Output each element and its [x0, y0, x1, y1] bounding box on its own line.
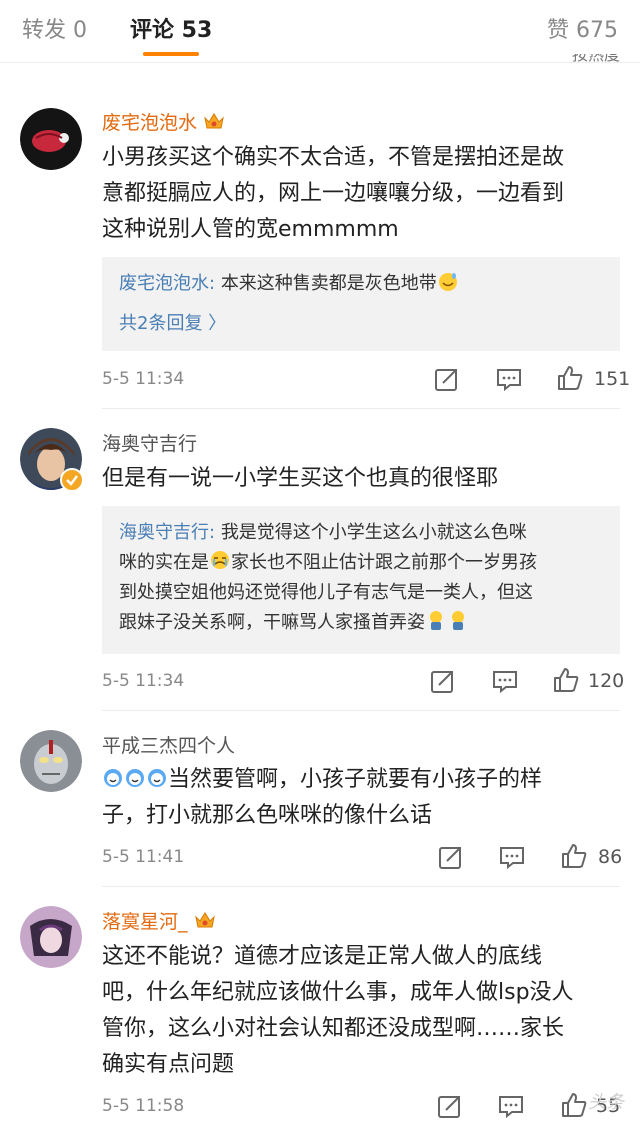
- comment-text-line: 这种说别人管的宽emmmmm: [102, 217, 399, 242]
- like-thumb-icon[interactable]: [560, 1091, 588, 1119]
- comment-text-line: 吧，什么年纪就应该做什么事，成年人做lsp没人: [102, 980, 574, 1005]
- reply-line: 到处摸空姐他妈还觉得他儿子有志气是一类人，但这: [119, 578, 609, 608]
- repost-icon[interactable]: [437, 1093, 463, 1119]
- reply-line: 跟妹子没关系啊，干嘛骂人家搔首弄姿: [119, 608, 609, 638]
- avatar[interactable]: [20, 730, 82, 792]
- reply-text: 本来这种售卖都是灰色地带: [220, 273, 437, 294]
- crown-badge-icon: [194, 912, 215, 928]
- like-thumb-icon[interactable]: [560, 842, 588, 870]
- comment-text: 但是有一说一小学生买这个也真的很怪耶: [102, 461, 612, 497]
- like-count: 86: [598, 846, 623, 868]
- comment-divider: [102, 710, 620, 711]
- like-count: 151: [594, 368, 631, 390]
- comment-text-line: 管你，这么小对社会认知都还没成型啊……家长: [102, 1016, 565, 1041]
- comment-text-line: 小男孩买这个确实不太合适，不管是摆拍还是故: [102, 145, 565, 170]
- comment-divider: [102, 886, 620, 887]
- comment-text-line: 当然要管啊，小孩子就要有小孩子的样: [102, 762, 612, 798]
- comment-icon[interactable]: [492, 668, 518, 694]
- sort-toggle[interactable]: 按热度: [572, 54, 620, 70]
- comment-icon[interactable]: [496, 366, 522, 392]
- comment-text: 小男孩买这个确实不太合适，不管是摆拍还是故 意都挺膈应人的，网上一边嚷嚷分级，一…: [102, 140, 612, 248]
- username-text[interactable]: 废宅泡泡水: [102, 112, 197, 134]
- crown-badge-icon: [204, 113, 224, 129]
- reply-line: 废宅泡泡水: 本来这种售卖都是灰色地带: [119, 269, 609, 299]
- reply-line: 咪的实在是 家长也不阻止估计跟之前那个一岁男孩: [119, 548, 609, 578]
- repost-icon[interactable]: [438, 844, 464, 870]
- facepalm-emoji-icon: [430, 611, 442, 630]
- reply-box[interactable]: 海奥守吉行: 我是觉得这个小学生这么小就这么色咪 咪的实在是 家长也不阻止估计跟之…: [102, 506, 620, 654]
- tab-comments[interactable]: 评论 53: [130, 12, 212, 44]
- crying-laughing-emoji-icon: [148, 769, 166, 787]
- username[interactable]: 海奥守吉行: [102, 429, 197, 456]
- comment-text-line: 子，打小就那么色咪咪的像什么话: [102, 803, 433, 828]
- username[interactable]: 平成三杰四个人: [102, 731, 235, 758]
- reply-author[interactable]: 废宅泡泡水:: [119, 273, 215, 294]
- reply-author[interactable]: 海奥守吉行:: [119, 522, 215, 543]
- username[interactable]: 落寞星河_: [102, 907, 216, 934]
- comment-time: 5-5 11:41: [102, 847, 185, 867]
- reply-text: 我是觉得这个小学生这么小就这么色咪: [220, 522, 527, 543]
- reply-text: 跟妹子没关系啊，干嘛骂人家搔首弄姿: [119, 612, 425, 633]
- reply-line: 海奥守吉行: 我是觉得这个小学生这么小就这么色咪: [119, 518, 609, 548]
- comment-text: 当然要管啊，小孩子就要有小孩子的样 子，打小就那么色咪咪的像什么话: [102, 762, 612, 834]
- active-tab-indicator: [143, 52, 199, 56]
- tab-likes[interactable]: 赞 675: [547, 12, 618, 44]
- username-text[interactable]: 落寞星河_: [102, 911, 188, 933]
- crying-laughing-emoji-icon: [104, 769, 122, 787]
- view-all-replies-link[interactable]: 共2条回复 〉: [119, 309, 226, 335]
- facepalm-emoji-icon: [452, 611, 464, 630]
- like-count: 120: [588, 670, 625, 692]
- comment-time: 5-5 11:58: [102, 1096, 185, 1116]
- reply-text: 到处摸空姐他妈还觉得他儿子有志气是一类人，但这: [119, 582, 533, 603]
- tab-bar: 转发 0 评论 53 赞 675 按热度: [0, 0, 640, 63]
- username[interactable]: 废宅泡泡水: [102, 108, 225, 135]
- like-thumb-icon[interactable]: [552, 666, 580, 694]
- reply-box[interactable]: 废宅泡泡水: 本来这种售卖都是灰色地带 共2条回复 〉: [102, 257, 620, 351]
- repost-icon[interactable]: [434, 366, 460, 392]
- watermark: 头条: [588, 1092, 624, 1113]
- comment-text-span: 当然要管啊，小孩子就要有小孩子的样: [168, 767, 543, 792]
- avatar[interactable]: [20, 906, 82, 968]
- comment-icon[interactable]: [499, 844, 525, 870]
- crying-laughing-emoji-icon: [126, 769, 144, 787]
- comment-text-line: 这还不能说？道德才应该是正常人做人的底线: [102, 944, 543, 969]
- comment-time: 5-5 11:34: [102, 671, 185, 691]
- comment-time: 5-5 11:34: [102, 369, 185, 389]
- crying-emoji-icon: [211, 551, 229, 569]
- like-thumb-icon[interactable]: [556, 364, 584, 392]
- tab-repost[interactable]: 转发 0: [22, 12, 87, 44]
- comment-text-line: 确实有点问题: [102, 1052, 235, 1077]
- verified-badge-icon: [60, 468, 84, 492]
- avatar[interactable]: [20, 108, 82, 170]
- sweat-smile-emoji-icon: [438, 273, 457, 291]
- repost-icon[interactable]: [430, 668, 456, 694]
- comment-text: 这还不能说？道德才应该是正常人做人的底线 吧，什么年纪就应该做什么事，成年人做l…: [102, 939, 612, 1083]
- comment-icon[interactable]: [498, 1093, 524, 1119]
- comment-text-line: 意都挺膈应人的，网上一边嚷嚷分级，一边看到: [102, 181, 565, 206]
- reply-text: 咪的实在是: [119, 552, 209, 573]
- reply-text: 家长也不阻止估计跟之前那个一岁男孩: [231, 552, 537, 573]
- comment-divider: [102, 408, 620, 409]
- comment-text-line: 但是有一说一小学生买这个也真的很怪耶: [102, 466, 499, 491]
